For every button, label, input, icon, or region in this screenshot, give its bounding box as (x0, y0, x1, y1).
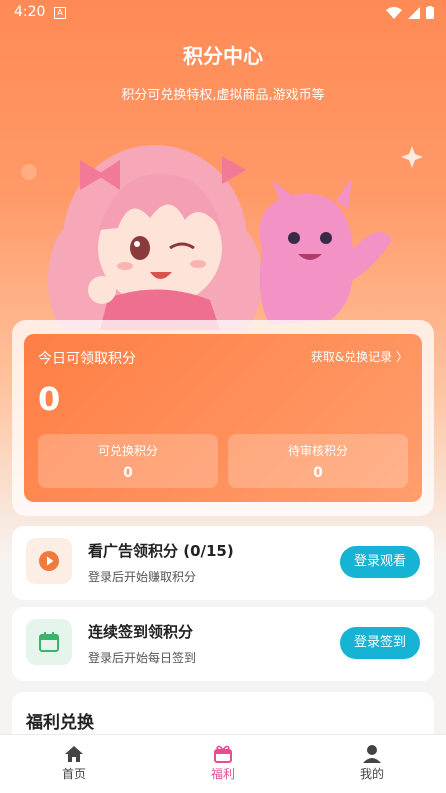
battery-icon (426, 6, 434, 19)
points-card: 今日可领取积分 获取&兑换记录 〉 0 可兑换积分 0 待审核积分 0 (24, 334, 422, 502)
task-desc: 登录后开始赚取积分 (88, 570, 197, 584)
wifi-icon (386, 6, 402, 19)
gift-icon (163, 743, 283, 765)
play-icon (26, 538, 72, 584)
signal-icon (408, 6, 420, 19)
calendar-icon (26, 619, 72, 665)
login-checkin-button[interactable]: 登录签到 (340, 627, 420, 659)
nav-welfare-label: 福利 (210, 767, 235, 781)
mascot-illustration (21, 145, 423, 330)
task-checkin: 连续签到领积分 登录后开始每日签到 登录签到 (12, 607, 434, 681)
record-link[interactable]: 获取&兑换记录 〉 (311, 348, 408, 365)
status-bar: 4:20 A (0, 0, 446, 26)
today-points-value: 0 (38, 380, 61, 418)
login-watch-button[interactable]: 登录观看 (340, 546, 420, 578)
nav-mine-label: 我的 (359, 767, 384, 781)
task-desc: 登录后开始每日签到 (88, 651, 197, 665)
bottom-nav: 首页 福利 我的 (0, 734, 446, 793)
status-time: 4:20 (14, 4, 46, 20)
page-subtitle: 积分可兑换特权,虚拟商品,游戏币等 (121, 88, 325, 103)
pending-value: 0 (313, 465, 323, 481)
home-icon (14, 743, 134, 765)
pending-points-box: 待审核积分 0 (228, 434, 408, 488)
nav-mine[interactable]: 我的 (312, 743, 432, 782)
task-title: 连续签到领积分 (88, 623, 194, 641)
exchangeable-value: 0 (123, 465, 133, 481)
notification-icon: A (54, 7, 66, 19)
task-watch-ad: 看广告领积分 (0/15) 登录后开始赚取积分 登录观看 (12, 526, 434, 600)
exchangeable-points-box: 可兑换积分 0 (38, 434, 218, 488)
today-points-label: 今日可领取积分 (38, 351, 136, 367)
pending-label: 待审核积分 (287, 444, 348, 458)
exchangeable-label: 可兑换积分 (97, 444, 158, 458)
nav-home-label: 首页 (61, 767, 86, 781)
user-icon (312, 743, 432, 765)
nav-welfare[interactable]: 福利 (163, 743, 283, 782)
nav-home[interactable]: 首页 (14, 743, 134, 782)
page-title: 积分中心 (183, 44, 263, 68)
welfare-title: 福利兑换 (26, 713, 94, 733)
task-title: 看广告领积分 (0/15) (88, 542, 234, 560)
